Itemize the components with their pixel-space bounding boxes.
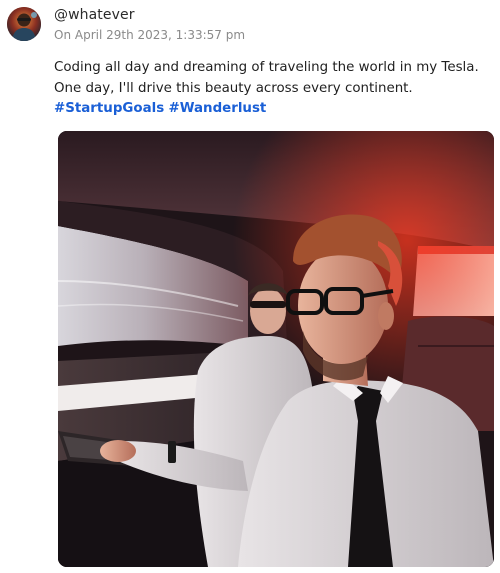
hashtag-startupgoals[interactable]: #StartupGoals (54, 101, 164, 116)
post-hashtags: #StartupGoals #Wanderlust (54, 99, 494, 120)
social-post-card: @whatever On April 29th 2023, 1:33:57 pm… (0, 0, 500, 573)
post-username[interactable]: @whatever (54, 7, 135, 23)
post-timestamp: On April 29th 2023, 1:33:57 pm (54, 28, 246, 42)
post-body: Coding all day and dreaming of traveling… (54, 58, 494, 120)
post-image[interactable] (58, 131, 494, 567)
post-text-line-2: One day, I'll drive this beauty across e… (54, 80, 413, 96)
post-text-line-1: Coding all day and dreaming of traveling… (54, 60, 479, 75)
user-avatar[interactable] (7, 7, 41, 41)
user-avatar-icon (7, 7, 41, 41)
hashtag-wanderlust[interactable]: #Wanderlust (168, 101, 266, 116)
